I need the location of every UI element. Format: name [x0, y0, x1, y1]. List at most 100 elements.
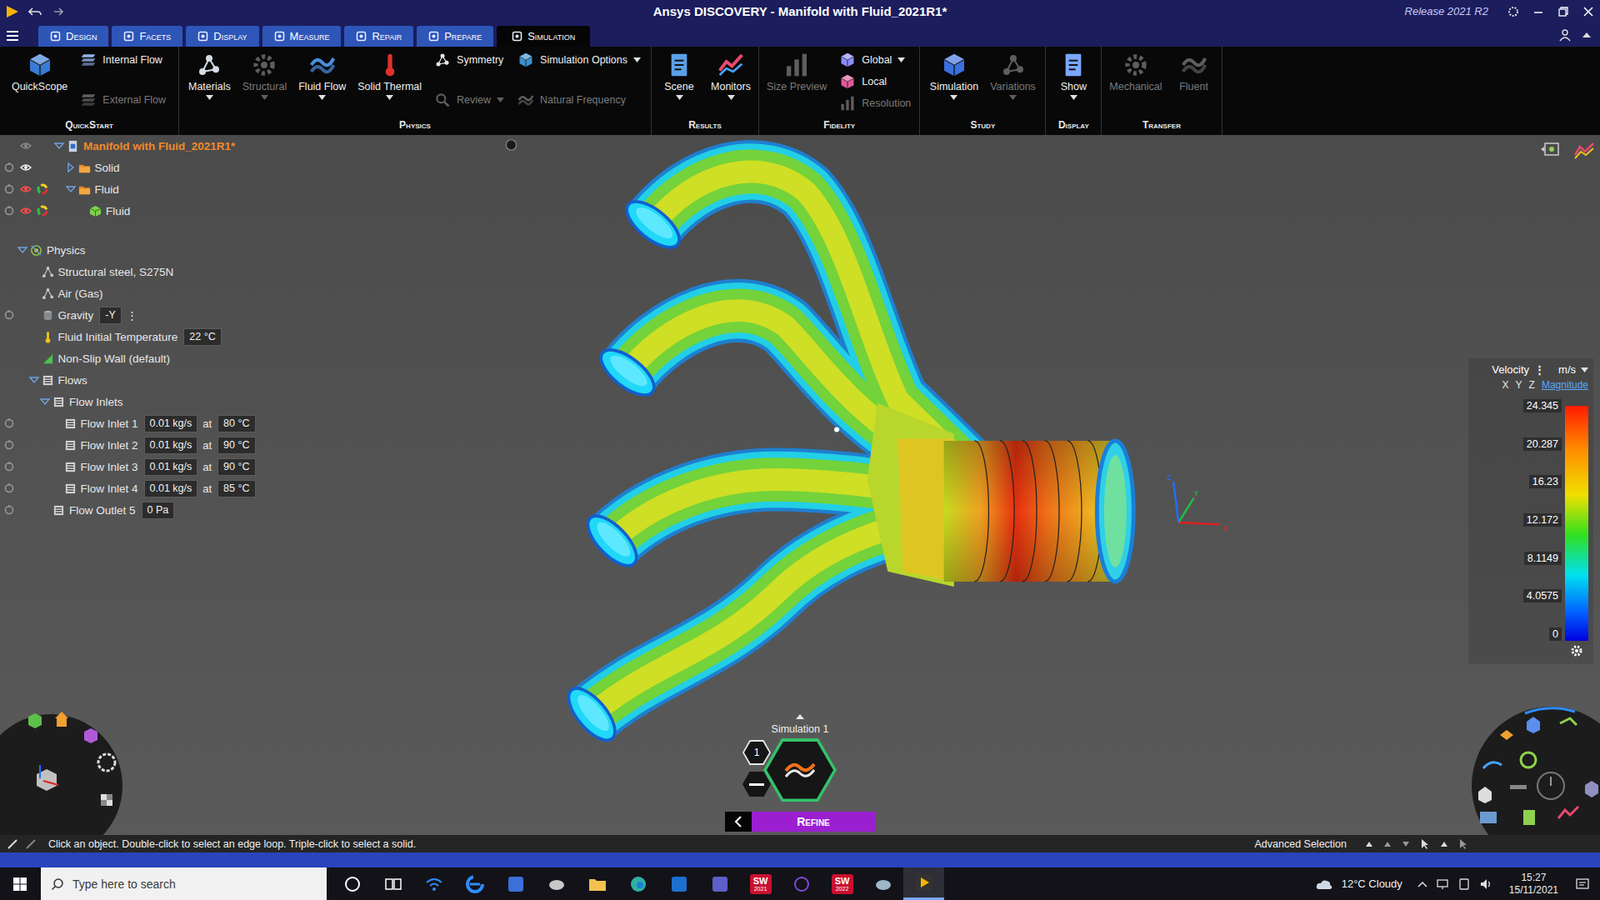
arrow-up-icon[interactable]	[1365, 840, 1374, 848]
value-field[interactable]: 90 °C	[217, 458, 255, 476]
ribbon-button[interactable]: Mechanical	[1105, 51, 1166, 93]
tree-label[interactable]: Fluid	[105, 205, 130, 218]
taskbar-app[interactable]	[576, 867, 618, 900]
tree-label[interactable]: Fluid	[95, 183, 120, 196]
tree-label[interactable]: Flow Inlet 4	[80, 482, 139, 495]
selection-mode[interactable]: Advanced Selection	[1255, 838, 1348, 850]
pin-icon[interactable]	[3, 183, 15, 195]
value-field[interactable]: 0.01 kg/s	[144, 436, 199, 455]
tree-row[interactable]: Non-Slip Wall (default)	[0, 347, 284, 370]
pin-icon[interactable]	[3, 504, 15, 516]
tree-row[interactable]: Flow Inlets	[0, 390, 284, 413]
ribbon-button[interactable]: Monitors	[706, 51, 755, 100]
dropdown-arrow-icon[interactable]	[1009, 95, 1017, 100]
inlet-face[interactable]	[560, 680, 624, 748]
expander-icon[interactable]	[51, 140, 67, 152]
ribbon-button[interactable]: QuickScope	[7, 51, 72, 93]
ribbon-tab[interactable]: Prepare	[416, 25, 494, 47]
tree-label[interactable]: Flow Inlet 3	[80, 460, 139, 474]
settings-icon[interactable]	[1506, 5, 1520, 19]
pin-icon[interactable]	[3, 417, 15, 430]
taskbar-app[interactable]	[372, 867, 414, 900]
inlet-face[interactable]	[619, 193, 687, 255]
view-center-icon[interactable]	[505, 140, 516, 150]
value-field[interactable]: -Y	[99, 306, 122, 325]
ribbon-button[interactable]: Size Preview	[762, 51, 831, 93]
cursor-icon[interactable]	[1420, 838, 1430, 850]
ribbon-small-button[interactable]: Review	[434, 91, 505, 109]
pin-icon[interactable]	[3, 205, 15, 217]
tree-label[interactable]: Gravity	[58, 309, 95, 322]
tree-row[interactable]: Air (Gas)	[0, 282, 284, 305]
tree-label[interactable]: Flow Inlet 1	[80, 417, 139, 430]
arrow-up-icon[interactable]	[1440, 840, 1449, 848]
refine-button[interactable]: Refine	[751, 811, 875, 832]
ribbon-small-button[interactable]: Internal Flow	[80, 51, 166, 69]
tree-label[interactable]: Physics	[46, 244, 86, 257]
cursor-icon[interactable]	[1458, 838, 1469, 850]
taskbar-app[interactable]	[413, 867, 455, 900]
tree-row[interactable]: Gravity -Y⋮	[0, 304, 284, 326]
taskbar-app[interactable]	[658, 867, 700, 900]
tree-label[interactable]: Flow Outlet 5	[69, 504, 136, 517]
tree-label[interactable]: Air (Gas)	[58, 287, 104, 300]
windows-logo-icon[interactable]	[12, 876, 28, 892]
manifold-model[interactable]: XYZ	[283, 135, 1600, 835]
taskbar-app[interactable]	[454, 867, 495, 900]
value-field[interactable]: 0.01 kg/s	[144, 480, 199, 498]
dropdown-arrow-icon[interactable]	[727, 95, 735, 100]
pin-icon[interactable]	[3, 439, 15, 451]
taskbar-app[interactable]	[495, 867, 536, 900]
color-wheel-icon[interactable]	[36, 205, 49, 217]
pin-icon[interactable]	[3, 482, 15, 495]
search-box[interactable]: Type here to search	[40, 867, 327, 900]
ribbon-small-button[interactable]: Natural Frequency	[517, 91, 641, 109]
value-field[interactable]: 0.01 kg/s	[144, 458, 199, 476]
tree-label[interactable]: Flow Inlets	[69, 395, 124, 409]
component-option[interactable]: Z	[1529, 379, 1535, 391]
tree-label[interactable]: Structural steel, S275N	[58, 265, 175, 279]
ribbon-button[interactable]: Scene	[655, 51, 704, 100]
taskbar-app[interactable]	[862, 867, 904, 900]
dropdown-arrow-icon[interactable]	[496, 97, 505, 103]
simulation-badge[interactable]: 1	[742, 740, 771, 765]
device-icon[interactable]	[1457, 877, 1471, 891]
eye-icon[interactable]	[20, 140, 32, 152]
ribbon-tab[interactable]: Measure	[262, 25, 342, 47]
legend-menu[interactable]: ⋮	[1534, 363, 1545, 376]
dropdown-arrow-icon[interactable]	[318, 95, 326, 100]
expand-icon[interactable]	[795, 713, 805, 720]
ribbon-small-button[interactable]: Local	[839, 73, 911, 90]
ribbon-tab[interactable]: Facets	[111, 25, 183, 47]
3d-viewport[interactable]: XYZ Velocity ⋮ m/s XYZMagnitude 24.34520…	[283, 135, 1600, 835]
ribbon-small-button[interactable]: Simulation Options	[517, 51, 641, 69]
taskbar-app[interactable]: SW 2022	[821, 867, 863, 900]
restore-icon[interactable]	[1556, 5, 1570, 19]
tree-row[interactable]: Flow Outlet 5 0 Pa	[0, 499, 284, 521]
dropdown-arrow-icon[interactable]	[205, 95, 214, 100]
dropdown-arrow-icon[interactable]	[1580, 367, 1589, 373]
pin-icon[interactable]	[3, 309, 15, 321]
simulation-hex[interactable]	[763, 738, 837, 802]
component-option[interactable]: Y	[1515, 379, 1523, 391]
tree-row[interactable]: Manifold with Fluid_2021R1*	[0, 135, 284, 157]
ribbon-button[interactable]: Materials	[184, 51, 235, 100]
taskbar-app[interactable]	[780, 867, 822, 900]
ribbon-small-button[interactable]: Symmetry	[434, 51, 505, 69]
expander-icon[interactable]	[15, 244, 30, 256]
tree-label[interactable]: Fluid Initial Temperature	[58, 330, 179, 344]
volume-icon[interactable]	[1479, 877, 1493, 891]
minimize-icon[interactable]	[1531, 5, 1545, 19]
close-icon[interactable]	[1581, 5, 1595, 19]
value-field[interactable]: 90 °C	[217, 436, 255, 455]
user-icon[interactable]	[1558, 28, 1572, 42]
tree-row[interactable]: Flows	[0, 369, 284, 391]
dropdown-arrow-icon[interactable]	[633, 57, 641, 63]
taskbar-app[interactable]	[903, 867, 945, 900]
tree-row[interactable]: Physics	[0, 239, 284, 261]
ribbon-button[interactable]: Fluid Flow	[294, 51, 350, 100]
tree-row[interactable]: Flow Inlet 1 0.01 kg/sat80 °C	[0, 412, 284, 435]
expander-icon[interactable]	[63, 183, 79, 195]
probe-point[interactable]	[834, 426, 840, 432]
value-field[interactable]: 80 °C	[217, 415, 255, 433]
